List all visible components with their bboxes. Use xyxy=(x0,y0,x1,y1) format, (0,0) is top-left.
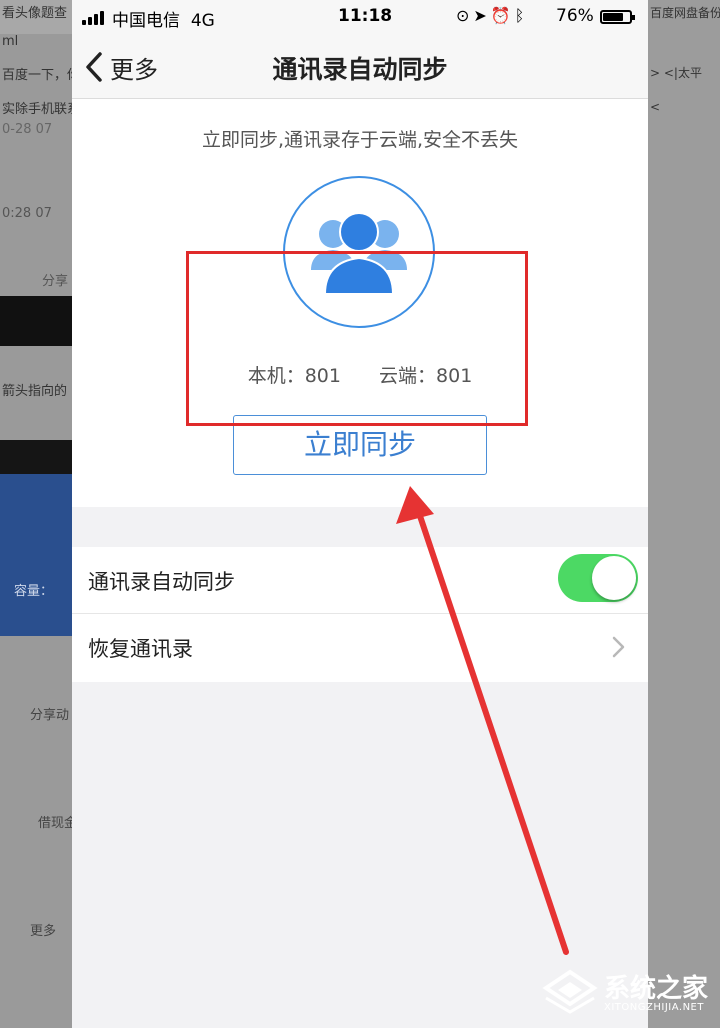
location-icon: ➤ xyxy=(473,6,491,25)
bg-text: 箭头指向的 xyxy=(2,384,68,399)
settings-list: 通讯录自动同步 恢复通讯录 xyxy=(72,547,648,682)
background-left-panel: 看头像题查 ml 百度一下，你 实除手机联系 0-28 07 0:28 07 分… xyxy=(0,0,72,1028)
bg-text: 分享动 xyxy=(30,708,70,723)
watermark: 系统之家 XITONGZHIJIA.NET xyxy=(542,962,718,1022)
watermark-logo-icon xyxy=(542,969,598,1014)
bg-text: 容量： xyxy=(14,584,54,599)
bluetooth-icon: ᛒ xyxy=(514,6,529,25)
page-title: 通讯录自动同步 xyxy=(272,55,448,84)
bg-text: 百度网盘备份 xyxy=(650,6,720,20)
bg-text: < xyxy=(650,100,661,114)
auto-sync-label: 通讯录自动同步 xyxy=(88,570,235,594)
chevron-right-icon xyxy=(612,636,625,658)
phone-screen: 中国电信 4G 11:18 ⊙➤⏰ᛒ 76% 更多 通讯录自动同步 立即同步,通… xyxy=(72,0,648,1028)
bg-text: 更多 xyxy=(30,924,57,939)
bg-text: ml xyxy=(2,34,19,49)
watermark-url: XITONGZHIJIA.NET xyxy=(604,1002,704,1013)
restore-contacts-label: 恢复通讯录 xyxy=(88,637,193,661)
rotation-lock-icon: ⊙ xyxy=(456,6,474,25)
status-icons: ⊙➤⏰ᛒ xyxy=(456,6,528,25)
restore-contacts-row[interactable]: 恢复通讯录 xyxy=(72,614,648,682)
sync-tagline: 立即同步,通讯录存于云端,安全不丢失 xyxy=(201,129,519,151)
auto-sync-toggle[interactable] xyxy=(558,554,638,602)
auto-sync-row: 通讯录自动同步 xyxy=(72,547,648,614)
battery-icon xyxy=(600,10,635,24)
clock: 11:18 xyxy=(338,6,393,26)
watermark-title: 系统之家 xyxy=(604,974,709,1004)
alarm-icon: ⏰ xyxy=(490,6,515,25)
bg-text: 0-28 07 xyxy=(2,122,53,137)
bg-text: 看头像题查 xyxy=(2,6,68,21)
navigation-bar: 更多 通讯录自动同步 xyxy=(72,34,648,99)
bg-text: 百度一下，你 xyxy=(2,68,72,83)
status-bar: 中国电信 4G 11:18 ⊙➤⏰ᛒ 76% xyxy=(72,0,648,34)
bg-text: 借现金 xyxy=(38,816,72,831)
bg-text: 0:28 07 xyxy=(2,206,52,221)
signal-icon xyxy=(82,11,108,25)
bg-text: > <|太平 xyxy=(650,66,702,80)
carrier-label: 中国电信 4G xyxy=(112,11,215,31)
background-right-panel: 百度网盘备份 > <|太平 < xyxy=(648,0,720,1028)
bg-text: 实除手机联系 xyxy=(2,102,72,117)
annotation-highlight-box xyxy=(186,251,528,426)
battery-percent: 76% xyxy=(556,6,594,26)
bg-text: 分享 xyxy=(42,274,69,289)
